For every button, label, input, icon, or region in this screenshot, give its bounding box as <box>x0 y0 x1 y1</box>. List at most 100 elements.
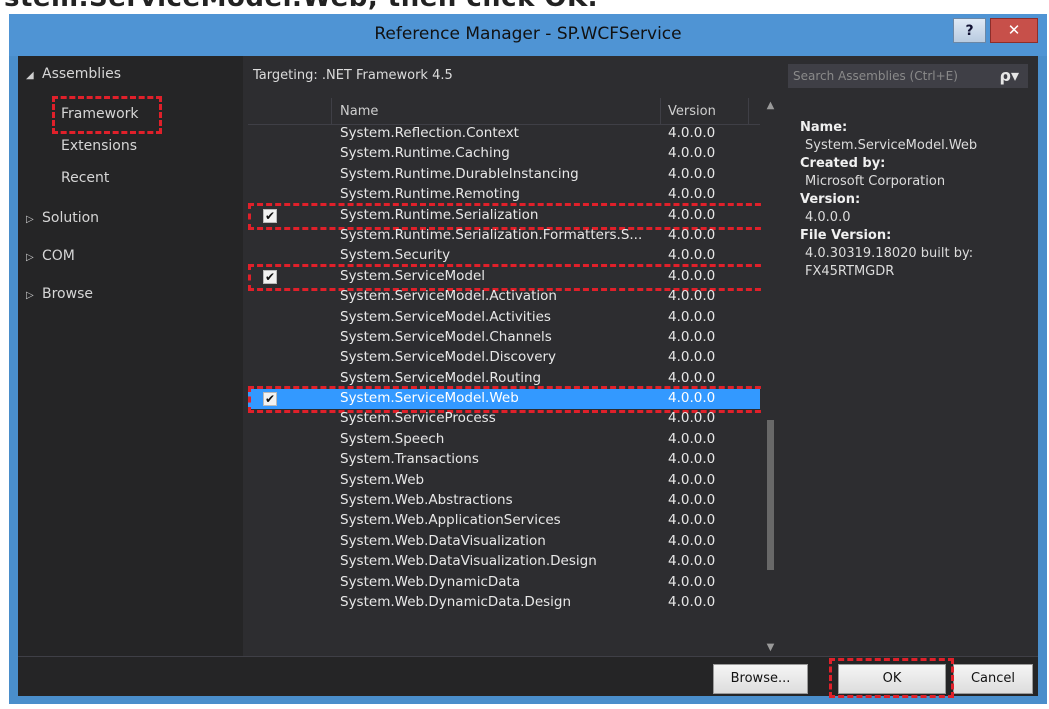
details-created-value: Microsoft Corporation <box>805 174 946 189</box>
table-row[interactable]: ✔ System.ServiceModel 4.0.0.0 <box>248 263 770 291</box>
assembly-version: 4.0.0.0 <box>668 247 716 264</box>
table-row[interactable]: System.Transactions 4.0.0.0 <box>248 450 760 470</box>
table-row[interactable]: System.Security 4.0.0.0 <box>248 246 760 266</box>
sidebar-item-solution[interactable]: ▷ Solution <box>26 210 99 226</box>
checkbox-checked-icon[interactable]: ✔ <box>263 208 277 223</box>
checkbox-checked-icon[interactable]: ✔ <box>263 392 277 407</box>
sidebar-item-label: Extensions <box>61 138 138 154</box>
assembly-version: 4.0.0.0 <box>668 390 716 407</box>
sidebar-item-label: COM <box>42 248 75 264</box>
browse-button-label: Browse... <box>730 671 791 686</box>
assembly-version: 4.0.0.0 <box>668 125 716 141</box>
table-row[interactable]: System.Runtime.Remoting 4.0.0.0 <box>248 185 760 205</box>
assembly-version: 4.0.0.0 <box>668 492 716 509</box>
list-header: Name Version <box>248 98 760 125</box>
assembly-version: 4.0.0.0 <box>668 553 716 570</box>
column-divider <box>748 98 749 124</box>
assembly-version: 4.0.0.0 <box>668 145 716 162</box>
assembly-name: System.Web.DataVisualization <box>340 532 546 549</box>
table-row[interactable]: System.Runtime.Caching 4.0.0.0 <box>248 144 760 164</box>
browse-button[interactable]: Browse... <box>713 664 808 694</box>
column-header-version[interactable]: Version <box>668 104 716 119</box>
sidebar-item-label: Solution <box>42 210 100 226</box>
assembly-version: 4.0.0.0 <box>668 369 716 386</box>
sidebar-item-recent[interactable]: Recent <box>61 170 109 186</box>
cancel-button[interactable]: Cancel <box>953 664 1033 694</box>
assembly-name: System.Runtime.Caching <box>340 145 510 162</box>
table-row[interactable]: System.ServiceModel.Activation 4.0.0.0 <box>248 287 760 307</box>
assembly-name: System.Runtime.DurableInstancing <box>340 165 579 182</box>
checkbox-checked-icon[interactable]: ✔ <box>263 269 277 284</box>
assembly-name: System.Security <box>340 247 451 264</box>
table-row[interactable]: System.ServiceModel.Activities 4.0.0.0 <box>248 308 760 328</box>
assembly-version: 4.0.0.0 <box>668 512 716 529</box>
close-button[interactable]: ✕ <box>990 18 1038 43</box>
assembly-name: System.ServiceModel.Discovery <box>340 349 557 366</box>
title-bar[interactable]: Reference Manager - SP.WCFService ? ✕ <box>9 14 1047 56</box>
table-row[interactable]: System.ServiceModel.Channels 4.0.0.0 <box>248 328 760 348</box>
details-file-version-label: File Version: <box>800 228 892 243</box>
vertical-scrollbar[interactable]: ▲ ▼ <box>763 98 778 656</box>
assembly-name: System.Reflection.Context <box>340 125 519 141</box>
table-row[interactable]: ✔ System.ServiceModel.Web 4.0.0.0 <box>248 386 770 414</box>
table-row[interactable]: System.Web.DataVisualization.Design 4.0.0… <box>248 552 760 572</box>
assembly-name: System.Web.Abstractions <box>340 492 513 509</box>
table-row[interactable]: System.Runtime.DurableInstancing 4.0.0.0 <box>248 165 760 185</box>
details-name-label: Name: <box>800 120 848 135</box>
table-row[interactable]: System.Web.Abstractions 4.0.0.0 <box>248 491 760 511</box>
table-row[interactable]: System.Speech 4.0.0.0 <box>248 430 760 450</box>
assembly-name: System.Web.ApplicationServices <box>340 512 561 529</box>
category-sidebar: ◢ Assemblies Framework Extensions Recent … <box>18 56 243 656</box>
assembly-version: 4.0.0.0 <box>668 430 716 447</box>
assembly-name: System.Runtime.Remoting <box>340 186 520 203</box>
assembly-version: 4.0.0.0 <box>668 471 716 488</box>
sidebar-item-label: Framework <box>61 106 139 122</box>
table-row[interactable]: System.ServiceModel.Routing 4.0.0.0 <box>248 369 760 389</box>
table-row[interactable]: ✔ System.Runtime.Serialization 4.0.0.0 <box>248 202 770 230</box>
table-row[interactable]: System.Reflection.Context 4.0.0.0 <box>248 124 760 144</box>
assembly-version: 4.0.0.0 <box>668 410 716 427</box>
column-divider <box>331 98 332 124</box>
assembly-version: 4.0.0.0 <box>668 349 716 366</box>
column-header-name[interactable]: Name <box>340 104 378 119</box>
table-row[interactable]: System.Web 4.0.0.0 <box>248 471 760 491</box>
instruction-caption-text: stem.ServiceModel.Web, then click OK. <box>4 0 598 13</box>
scroll-up-arrow-icon[interactable]: ▲ <box>763 100 778 112</box>
table-row[interactable]: System.Runtime.Serialization.Formatters.… <box>248 226 760 246</box>
sidebar-item-extensions[interactable]: Extensions <box>61 138 137 154</box>
table-row[interactable]: System.ServiceModel.Discovery 4.0.0.0 <box>248 348 760 368</box>
reference-manager-window: Reference Manager - SP.WCFService ? ✕ ◢ A… <box>9 14 1047 704</box>
targeting-label: Targeting: .NET Framework 4.5 <box>253 68 453 83</box>
window-title: Reference Manager - SP.WCFService <box>374 24 682 44</box>
scrollbar-thumb[interactable] <box>767 420 774 570</box>
table-row[interactable]: System.Web.DynamicData.Design 4.0.0.0 <box>248 593 760 613</box>
assembly-version: 4.0.0.0 <box>668 308 716 325</box>
assembly-version: 4.0.0.0 <box>668 206 716 223</box>
table-row[interactable]: System.Web.DynamicData 4.0.0.0 <box>248 573 760 593</box>
dialog-footer: Browse... OK Cancel <box>18 656 1038 698</box>
dialog-content: ◢ Assemblies Framework Extensions Recent … <box>18 56 1038 698</box>
assembly-version: 4.0.0.0 <box>668 593 716 610</box>
assembly-name: System.ServiceProcess <box>340 410 496 427</box>
details-version-value: 4.0.0.0 <box>805 210 851 225</box>
table-row[interactable]: System.ServiceProcess 4.0.0.0 <box>248 409 760 429</box>
sidebar-item-assemblies[interactable]: ◢ Assemblies <box>26 66 121 82</box>
help-button[interactable]: ? <box>953 18 986 43</box>
assembly-name: System.ServiceModel.Channels <box>340 328 552 345</box>
collapse-arrow-icon: ◢ <box>26 70 34 81</box>
table-row[interactable]: System.Web.DataVisualization 4.0.0.0 <box>248 532 760 552</box>
search-icon[interactable]: ρ▾ <box>1000 66 1019 85</box>
assembly-version: 4.0.0.0 <box>668 165 716 182</box>
scroll-down-arrow-icon[interactable]: ▼ <box>763 642 778 654</box>
details-created-label: Created by: <box>800 156 886 171</box>
ok-button[interactable]: OK <box>838 664 946 694</box>
sidebar-item-label: Recent <box>61 170 110 186</box>
table-row[interactable]: System.Web.ApplicationServices 4.0.0.0 <box>248 511 760 531</box>
column-divider <box>660 98 661 124</box>
sidebar-item-browse[interactable]: ▷ Browse <box>26 286 93 302</box>
sidebar-item-com[interactable]: ▷ COM <box>26 248 75 264</box>
sidebar-item-framework[interactable]: Framework <box>61 106 139 122</box>
assembly-version: 4.0.0.0 <box>668 573 716 590</box>
assembly-version: 4.0.0.0 <box>668 226 716 243</box>
search-input[interactable]: Search Assemblies (Ctrl+E) ρ▾ <box>788 64 1028 88</box>
